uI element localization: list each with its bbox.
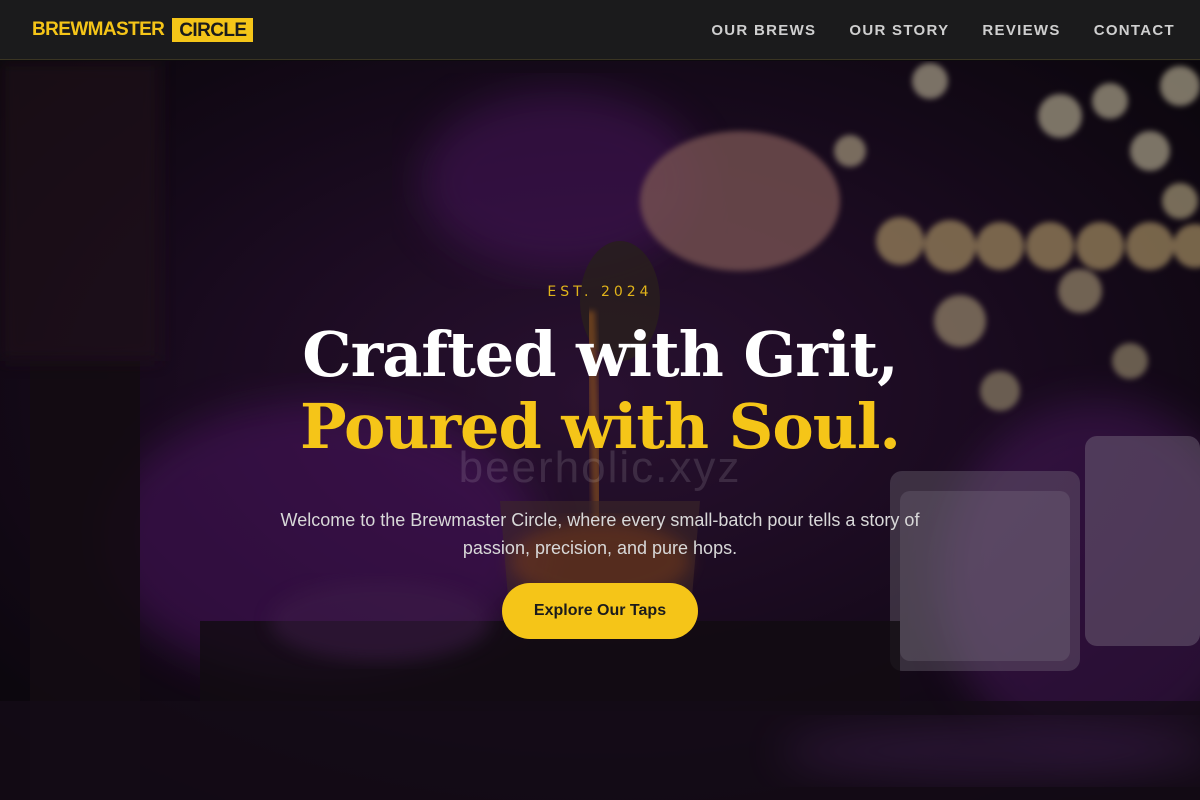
nav-link-our-story[interactable]: OUR STORY (849, 22, 949, 39)
brand-name: BREWMASTER (32, 19, 165, 40)
nav-link-reviews[interactable]: REVIEWS (982, 22, 1060, 39)
watermark-text: beerholic.xyz (458, 443, 742, 492)
hero-section: EST. 2024 Crafted with Grit, Poured with… (0, 61, 1200, 800)
hero-headline: Crafted with Grit, Poured with Soul. (0, 319, 1200, 463)
hero-subtitle: Welcome to the Brewmaster Circle, where … (280, 510, 920, 558)
explore-taps-button[interactable]: Explore Our Taps (502, 583, 698, 639)
nav-links: OUR BREWS OUR STORY REVIEWS CONTACT (678, 0, 1175, 60)
brand-logo[interactable]: BREWMASTER CIRCLE (32, 18, 254, 42)
top-navigation: BREWMASTER CIRCLE OUR BREWS OUR STORY RE… (0, 0, 1200, 60)
headline-line-1: Crafted with Grit, (302, 318, 899, 391)
brand-tag: CIRCLE (172, 18, 254, 42)
established-label: EST. 2024 (547, 284, 653, 300)
hero-content: EST. 2024 Crafted with Grit, Poured with… (0, 61, 1200, 800)
nav-link-contact[interactable]: CONTACT (1094, 22, 1175, 39)
nav-link-our-brews[interactable]: OUR BREWS (711, 22, 816, 39)
